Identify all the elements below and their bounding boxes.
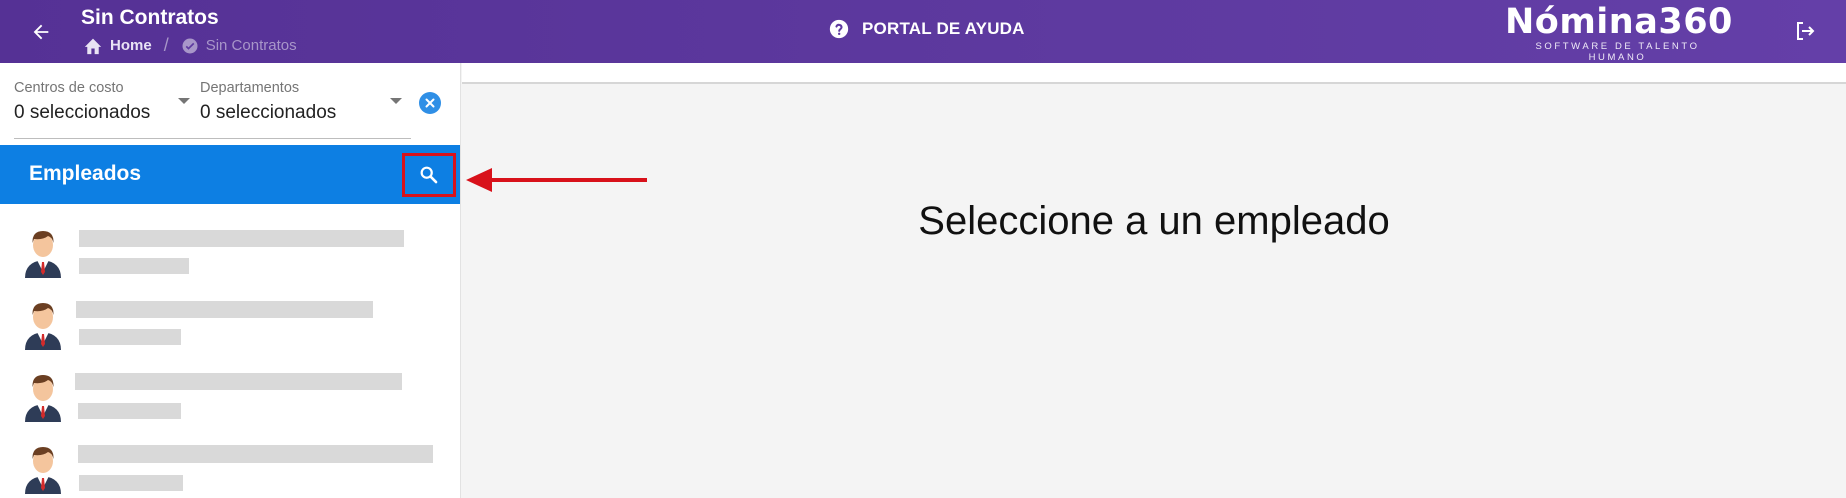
clear-filters-button[interactable]	[419, 92, 441, 114]
chevron-down-icon[interactable]	[178, 98, 190, 104]
breadcrumb-current: Sin Contratos	[181, 37, 297, 55]
cost-center-filter[interactable]: Centros de costo 0 seleccionados	[14, 80, 150, 124]
page-title: Sin Contratos	[81, 6, 219, 29]
app-header: Sin Contratos Home / Sin Contratos PORTA…	[0, 0, 1846, 63]
employee-list-item[interactable]	[0, 361, 460, 433]
empty-state-message: Seleccione a un empleado	[918, 199, 1390, 243]
back-button[interactable]	[24, 15, 58, 49]
chevron-down-icon[interactable]	[390, 98, 402, 104]
employee-name-placeholder	[76, 301, 373, 318]
employee-name-placeholder	[78, 445, 433, 463]
breadcrumb-home[interactable]: Home	[83, 37, 152, 55]
employee-name-placeholder	[75, 373, 402, 390]
main-content: Seleccione a un empleado	[462, 63, 1846, 498]
sidebar: Centros de costo 0 seleccionados Departa…	[0, 63, 461, 498]
employee-avatar-icon	[25, 231, 61, 278]
logout-icon	[1797, 22, 1815, 40]
employee-avatar-icon	[25, 447, 61, 494]
cost-center-value: 0 seleccionados	[14, 102, 151, 123]
employees-title: Empleados	[29, 162, 142, 185]
employees-header: Empleados	[0, 145, 460, 204]
employee-list-item[interactable]	[0, 217, 460, 289]
search-icon	[420, 166, 438, 184]
employee-detail-placeholder	[79, 475, 183, 491]
filter-bar: Centros de costo 0 seleccionados Departa…	[0, 63, 460, 145]
brand-logo: Nómina360 SOFTWARE DE TALENTO HUMANO	[1505, 2, 1733, 63]
employee-search-button[interactable]	[402, 153, 456, 197]
filter-underline	[14, 138, 411, 139]
brand-name: Nómina360	[1505, 2, 1733, 42]
help-portal-label: PORTAL DE AYUDA	[862, 19, 1025, 38]
breadcrumb-home-label: Home	[110, 37, 152, 54]
department-filter[interactable]: Departamentos 0 seleccionados	[200, 80, 336, 124]
arrow-left-icon	[33, 24, 49, 40]
home-icon	[84, 38, 102, 54]
breadcrumb: Home / Sin Contratos	[83, 35, 297, 56]
employee-list-item[interactable]	[0, 289, 460, 361]
help-circle-icon	[829, 19, 849, 39]
department-value: 0 seleccionados	[200, 102, 337, 123]
close-icon	[425, 98, 435, 108]
employee-name-placeholder	[79, 230, 404, 247]
help-portal-link[interactable]: PORTAL DE AYUDA	[828, 18, 1025, 40]
employee-list-item[interactable]	[0, 433, 460, 498]
employee-detail-placeholder	[78, 403, 181, 419]
main-toolbar	[462, 63, 1846, 84]
employee-detail-placeholder	[79, 258, 189, 274]
breadcrumb-separator: /	[163, 35, 169, 55]
breadcrumb-current-label: Sin Contratos	[205, 37, 297, 54]
check-circle-icon	[182, 38, 198, 53]
employee-avatar-icon	[25, 375, 61, 422]
cost-center-label: Centros de costo	[14, 80, 124, 96]
department-label: Departamentos	[200, 80, 300, 96]
brand-tagline: SOFTWARE DE TALENTO HUMANO	[1535, 41, 1700, 63]
employee-avatar-icon	[25, 303, 61, 350]
employee-detail-placeholder	[79, 329, 181, 345]
logout-button[interactable]	[1790, 16, 1820, 46]
annotation-arrow	[466, 168, 647, 192]
